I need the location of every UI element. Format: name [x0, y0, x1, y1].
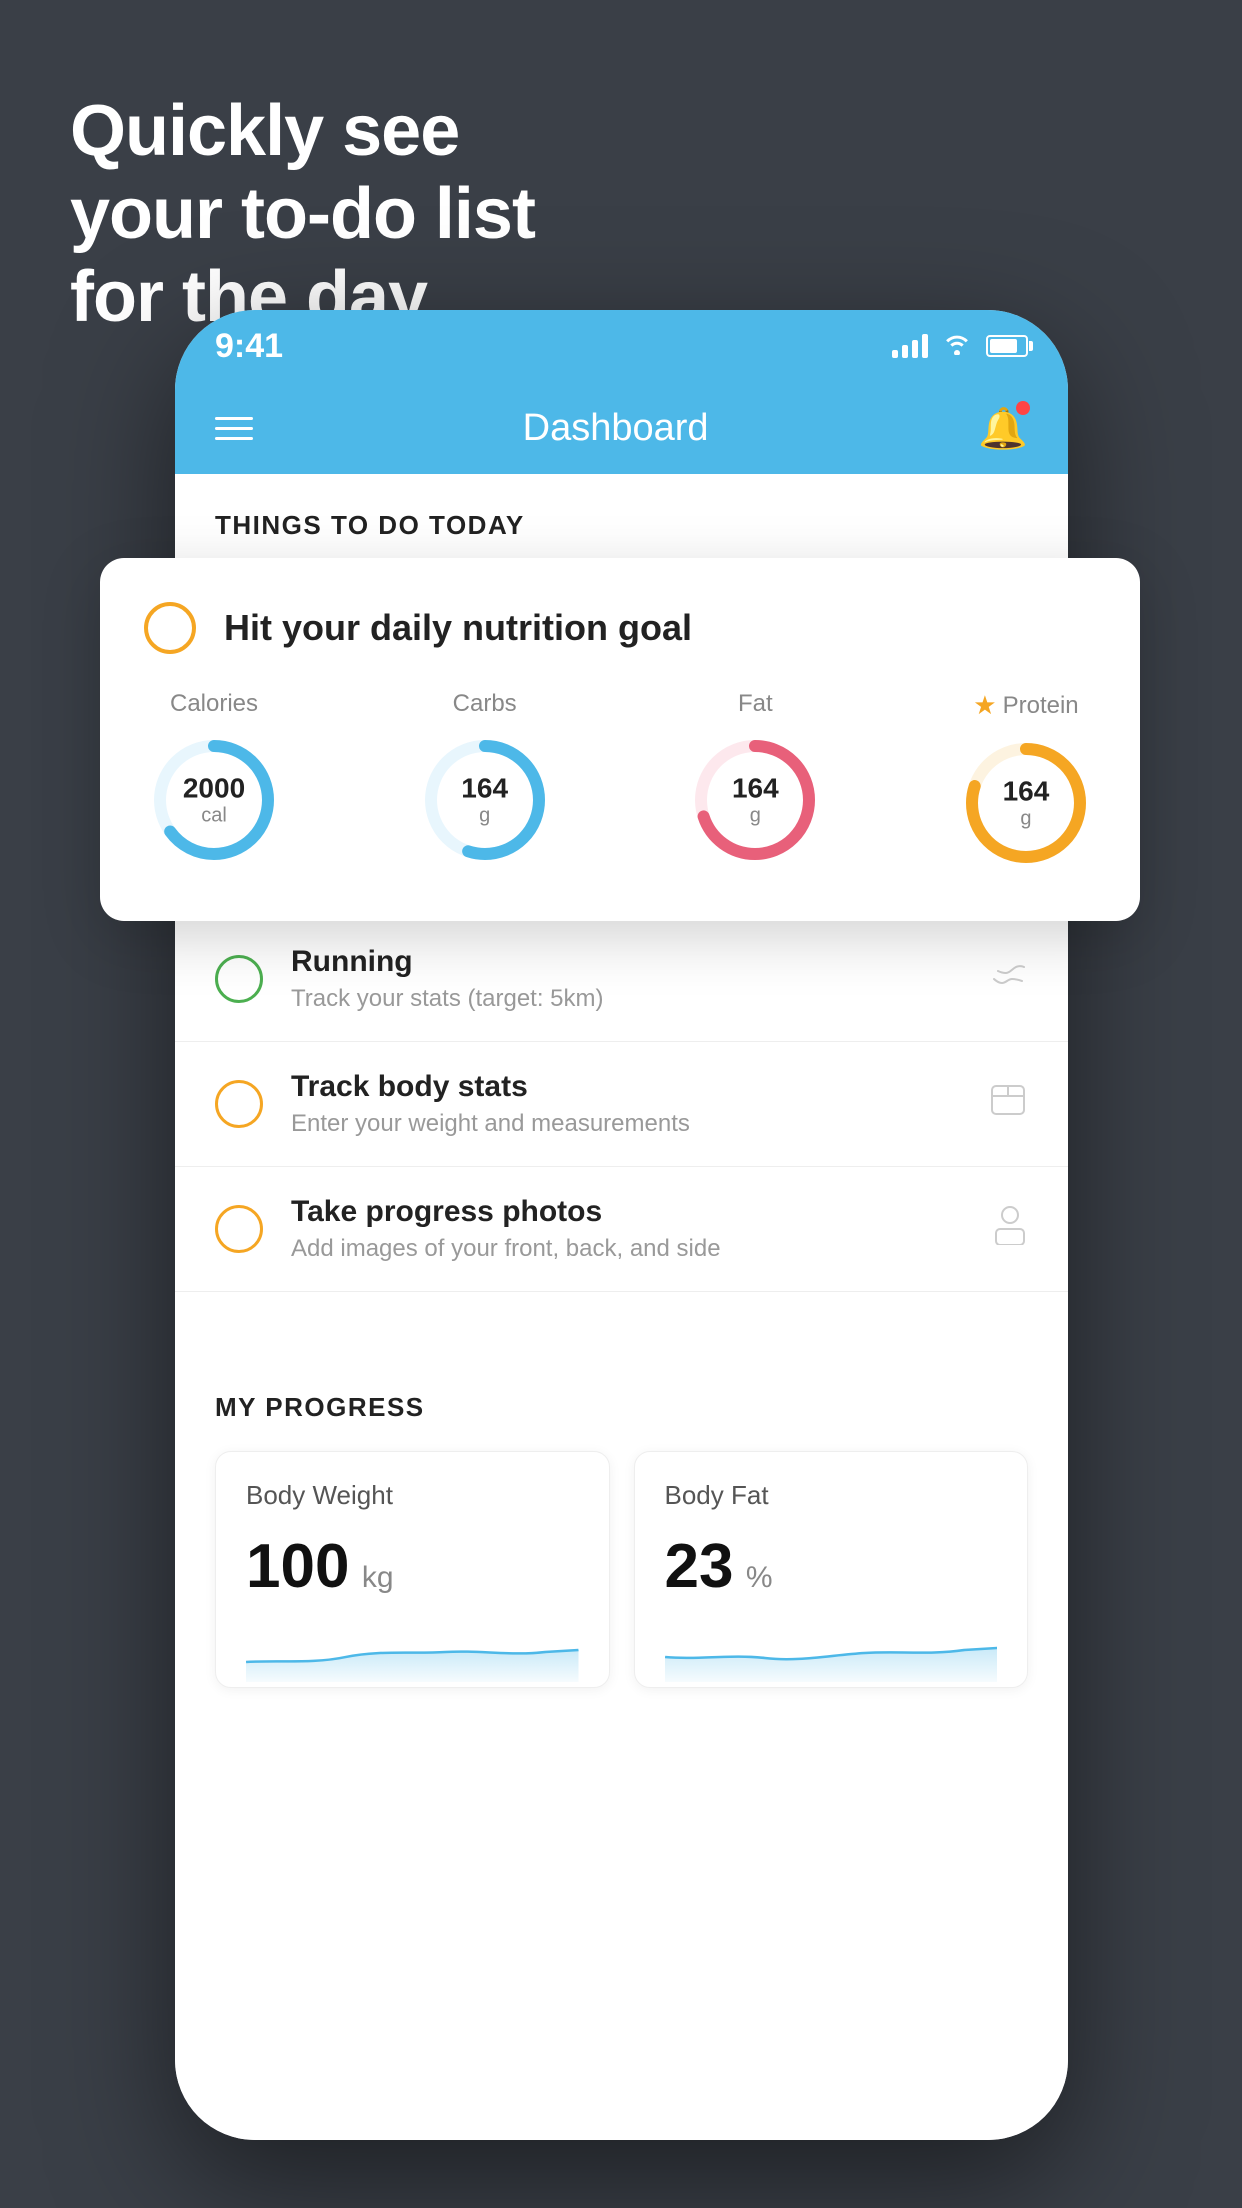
body-fat-number: 23 [665, 1532, 734, 1601]
todo-title-photos: Take progress photos [291, 1195, 964, 1229]
fat-donut: 164 g [685, 730, 825, 870]
nutrition-grid: Calories 2000 cal Carbs [144, 690, 1096, 873]
hero-text: Quickly see your to-do list for the day. [70, 90, 535, 338]
progress-section: MY PROGRESS Body Weight 100 kg [175, 1352, 1068, 1728]
todo-check-running[interactable] [215, 955, 263, 1003]
protein-unit: g [1003, 808, 1050, 831]
status-icons [892, 331, 1028, 362]
body-weight-number: 100 [246, 1532, 349, 1601]
protein-donut: 164 g [956, 733, 1096, 873]
status-time: 9:41 [215, 327, 283, 366]
todo-title-running: Running [291, 945, 960, 979]
progress-title: MY PROGRESS [215, 1392, 1028, 1423]
nutrition-protein: ★ Protein 164 g [956, 690, 1096, 873]
todo-title-body-stats: Track body stats [291, 1070, 960, 1104]
wifi-icon [942, 331, 972, 362]
body-fat-value: 23 % [665, 1531, 998, 1602]
battery-icon [986, 335, 1028, 357]
protein-label: Protein [1003, 692, 1079, 720]
body-fat-label: Body Fat [665, 1480, 998, 1511]
body-weight-value: 100 kg [246, 1531, 579, 1602]
todo-item-body-stats[interactable]: Track body stats Enter your weight and m… [175, 1042, 1068, 1167]
scale-icon [988, 1082, 1028, 1127]
carbs-donut: 164 g [415, 730, 555, 870]
body-weight-unit: kg [362, 1561, 394, 1594]
carbs-unit: g [461, 805, 508, 828]
notification-bell[interactable]: 🔔 [978, 405, 1028, 452]
fat-label: Fat [738, 690, 773, 718]
todo-text-body-stats: Track body stats Enter your weight and m… [291, 1070, 960, 1138]
running-icon [988, 958, 1028, 1000]
calories-unit: cal [183, 805, 245, 828]
fat-value: 164 [732, 773, 779, 805]
nutrition-fat: Fat 164 g [685, 690, 825, 873]
carbs-value: 164 [461, 773, 508, 805]
carbs-label: Carbs [453, 690, 517, 718]
star-icon: ★ [973, 690, 996, 721]
status-bar: 9:41 [175, 310, 1068, 382]
todo-subtitle-photos: Add images of your front, back, and side [291, 1235, 964, 1263]
todo-text-running: Running Track your stats (target: 5km) [291, 945, 960, 1013]
todo-subtitle-running: Track your stats (target: 5km) [291, 985, 960, 1013]
body-weight-sparkline [246, 1622, 579, 1682]
protein-label-row: ★ Protein [973, 690, 1078, 721]
body-fat-sparkline [665, 1622, 998, 1682]
signal-icon [892, 334, 928, 358]
progress-cards: Body Weight 100 kg [215, 1451, 1028, 1688]
card-header: Hit your daily nutrition goal [144, 602, 1096, 654]
nutrition-carbs: Carbs 164 g [415, 690, 555, 873]
calories-value: 2000 [183, 773, 245, 805]
notification-dot [1016, 401, 1030, 415]
app-header: Dashboard 🔔 [175, 382, 1068, 474]
todo-item-running[interactable]: Running Track your stats (target: 5km) [175, 917, 1068, 1042]
todo-check-photos[interactable] [215, 1205, 263, 1253]
header-title: Dashboard [523, 407, 709, 450]
person-icon [992, 1205, 1028, 1254]
hero-line1: Quickly see [70, 91, 459, 171]
todo-list: Running Track your stats (target: 5km) T… [175, 917, 1068, 1292]
fat-unit: g [732, 805, 779, 828]
nutrition-card: Hit your daily nutrition goal Calories 2… [100, 558, 1140, 921]
body-fat-card[interactable]: Body Fat 23 % [634, 1451, 1029, 1688]
body-weight-card[interactable]: Body Weight 100 kg [215, 1451, 610, 1688]
protein-value: 164 [1003, 776, 1050, 808]
hero-line2: your to-do list [70, 174, 535, 254]
body-fat-unit: % [746, 1561, 773, 1594]
todo-subtitle-body-stats: Enter your weight and measurements [291, 1110, 960, 1138]
todo-item-photos[interactable]: Take progress photos Add images of your … [175, 1167, 1068, 1292]
calories-label: Calories [170, 690, 258, 718]
body-weight-label: Body Weight [246, 1480, 579, 1511]
menu-button[interactable] [215, 417, 253, 440]
todo-check-body-stats[interactable] [215, 1080, 263, 1128]
calories-donut: 2000 cal [144, 730, 284, 870]
nutrition-check-circle[interactable] [144, 602, 196, 654]
todo-text-photos: Take progress photos Add images of your … [291, 1195, 964, 1263]
things-today-title: THINGS TO DO TODAY [175, 474, 1068, 557]
nutrition-calories: Calories 2000 cal [144, 690, 284, 873]
nutrition-card-title: Hit your daily nutrition goal [224, 607, 692, 649]
